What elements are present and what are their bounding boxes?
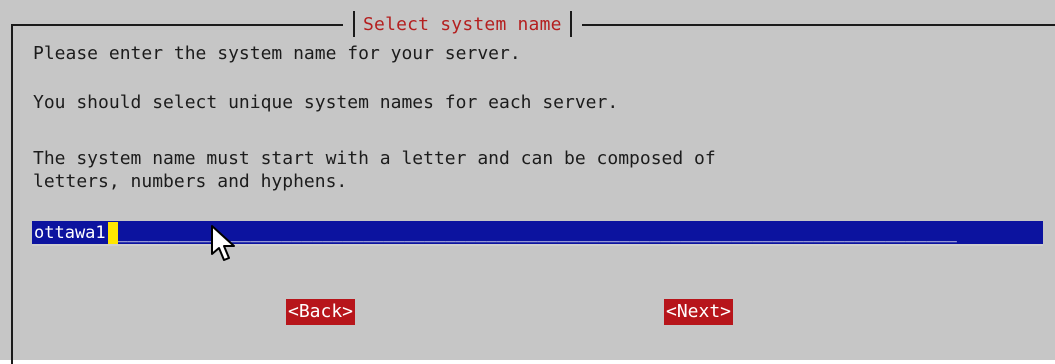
back-button[interactable]: <Back> (286, 299, 356, 325)
dialog-frame (11, 24, 1055, 364)
prompt-line-4: letters, numbers and hyphens. (33, 171, 348, 192)
dialog-title: Select system name (363, 13, 562, 35)
title-right-tick (569, 11, 572, 37)
prompt-line-2: You should select unique system names fo… (33, 92, 619, 113)
system-name-input[interactable]: ottawa1 ________________________________… (32, 221, 1043, 246)
system-name-value: ottawa1 (34, 222, 106, 243)
mouse-pointer-icon (211, 225, 235, 261)
input-fill: ________________________________________… (117, 222, 957, 243)
next-button[interactable]: <Next> (664, 299, 734, 325)
text-cursor (107, 221, 118, 244)
dialog-title-bar: Select system name (343, 9, 582, 39)
prompt-line-1: Please enter the system name for your se… (33, 43, 521, 64)
title-left-tick (353, 11, 355, 37)
installer-dialog: Select system name Please enter the syst… (0, 0, 1055, 364)
prompt-line-3: The system name must start with a letter… (33, 148, 716, 169)
